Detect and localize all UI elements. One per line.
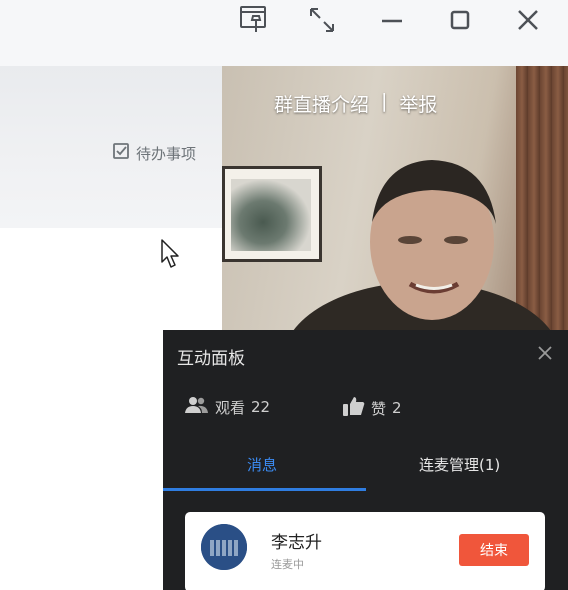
active-tab-indicator bbox=[163, 488, 366, 491]
tab-messages[interactable]: 消息 bbox=[247, 454, 277, 475]
likes-label: 赞 bbox=[371, 399, 387, 418]
viewers-icon bbox=[185, 396, 209, 418]
live-video[interactable]: 群直播介绍 | 举报 bbox=[222, 66, 568, 336]
left-header-area: 待办事项 bbox=[0, 66, 222, 228]
video-links: 群直播介绍 | 举报 bbox=[274, 90, 437, 117]
minimize-icon[interactable] bbox=[370, 0, 414, 40]
viewers-label: 观看 bbox=[215, 398, 246, 417]
link-separator: | bbox=[381, 90, 388, 112]
mic-user-name: 李志升 bbox=[271, 533, 322, 553]
mic-user-card: 李志升 连麦中 结束 bbox=[185, 512, 545, 590]
todo-button[interactable]: 待办事项 bbox=[112, 142, 196, 164]
viewers-count: 22 bbox=[251, 398, 271, 416]
interaction-panel: 互动面板 观看 22 赞 2 消息 连麦管理(1) 李志升 连麦中 结束 bbox=[163, 330, 568, 590]
todo-label: 待办事项 bbox=[136, 144, 197, 163]
likes-count: 2 bbox=[392, 399, 402, 417]
presenter-figure bbox=[292, 160, 552, 336]
thumbs-up-icon[interactable] bbox=[343, 396, 365, 420]
checkbox-icon bbox=[112, 142, 130, 164]
mic-user-status: 连麦中 bbox=[271, 558, 304, 571]
maximize-icon[interactable] bbox=[438, 0, 482, 40]
expand-icon[interactable] bbox=[300, 0, 344, 40]
close-icon[interactable] bbox=[506, 0, 550, 40]
panel-close-icon[interactable] bbox=[536, 344, 554, 366]
tab-mic-management[interactable]: 连麦管理(1) bbox=[419, 454, 500, 475]
viewers-stat: 观看 22 bbox=[185, 396, 270, 418]
likes-stat: 赞 2 bbox=[343, 396, 402, 420]
panel-title: 互动面板 bbox=[177, 349, 245, 369]
end-mic-button[interactable]: 结束 bbox=[459, 534, 529, 566]
mouse-cursor-icon bbox=[160, 238, 182, 274]
avatar bbox=[201, 524, 247, 570]
group-live-intro-link[interactable]: 群直播介绍 bbox=[274, 90, 369, 117]
report-link[interactable]: 举报 bbox=[399, 90, 437, 117]
pin-icon[interactable] bbox=[232, 0, 276, 40]
window-titlebar bbox=[0, 0, 568, 66]
